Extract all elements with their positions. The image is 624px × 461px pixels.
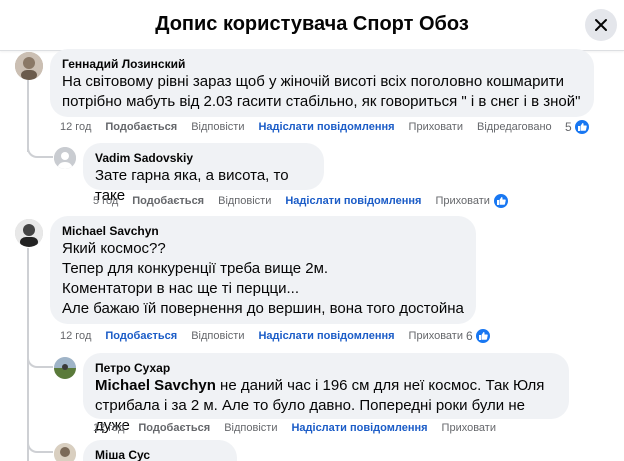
user-photo-icon <box>15 52 43 80</box>
default-avatar-icon <box>54 147 76 169</box>
reaction-count[interactable] <box>491 193 509 209</box>
reaction-count[interactable]: 5 <box>565 119 590 135</box>
avatar[interactable] <box>54 443 76 461</box>
send-message-button[interactable]: Надіслати повідомлення <box>291 422 427 434</box>
comment-author[interactable]: Міша Сус <box>95 447 225 461</box>
mention-link[interactable]: Michael Savchyn <box>95 377 216 394</box>
comment-author[interactable]: Геннадий Лозинский <box>62 56 582 72</box>
like-button[interactable]: Подобається <box>138 422 210 434</box>
reply-button[interactable]: Відповісти <box>224 422 277 434</box>
comment-time[interactable]: 12 год <box>60 330 91 342</box>
avatar[interactable] <box>54 147 76 169</box>
comment-bubble: Петро Сухар Michael Savchyn не даний час… <box>83 353 569 434</box>
comment-text-line: Michael Savchyn не даний час і 196 см дл… <box>95 376 557 396</box>
comment-bubble: Геннадий Лозинский На світовому рівні за… <box>50 49 594 117</box>
reply-button[interactable]: Відповісти <box>191 121 244 133</box>
hide-button[interactable]: Приховати <box>442 422 496 434</box>
comment-text-line: Тепер для конкуренції треба вище 2м. <box>62 260 329 277</box>
hide-button[interactable]: Приховати <box>409 330 463 342</box>
comment-author[interactable]: Vadim Sadovskiy <box>95 150 312 166</box>
comment-text-line: потрібно мабуть від 2.03 гасити стабільн… <box>62 93 581 110</box>
like-reaction-icon <box>493 193 509 209</box>
like-reaction-icon <box>474 328 491 344</box>
comment-author[interactable]: Петро Сухар <box>95 360 557 376</box>
comment-bubble: Міша Сус <box>83 440 237 461</box>
edited-label: Відредаговано <box>477 121 552 133</box>
comment-actions: 12 год Подобається Відповісти Надіслати … <box>60 330 477 342</box>
comment-actions: 5 год Подобається Відповісти Надіслати п… <box>93 195 504 207</box>
avatar[interactable] <box>15 52 43 80</box>
comment-text-line: Але бажаю їй повернення до вершин, вона … <box>62 300 464 317</box>
close-icon <box>595 19 607 31</box>
comment-time[interactable]: 12 год <box>93 422 124 434</box>
comment-text-line: Який космос?? <box>62 240 166 257</box>
thread-connector <box>27 350 53 368</box>
comment-actions: 12 год Подобається Відповісти Надіслати … <box>93 422 510 434</box>
send-message-button[interactable]: Надіслати повідомлення <box>258 121 394 133</box>
user-photo-icon <box>54 357 76 379</box>
comment-time[interactable]: 5 год <box>93 195 118 207</box>
comment-bubble: Vadim Sadovskiy Зате гарна яка, а висота… <box>83 143 324 204</box>
comment-text-line: Коментатори в нас ще ті перцци... <box>62 280 300 297</box>
comment-text-fragment: не даний час і 196 см для неї космос. Та… <box>215 377 545 394</box>
like-button[interactable]: Подобається <box>105 121 177 133</box>
reply-button[interactable]: Відповісти <box>191 330 244 342</box>
reaction-number: 6 <box>466 329 473 343</box>
hide-button[interactable]: Приховати <box>435 195 489 207</box>
like-button[interactable]: Подобається <box>132 195 204 207</box>
comment-text-line: На світовому рівні зараз щоб у жіночій в… <box>62 73 565 90</box>
comment-bubble: Michael Savchyn Який космос?? Тепер для … <box>50 216 476 324</box>
avatar[interactable] <box>15 219 43 247</box>
hide-button[interactable]: Приховати <box>409 121 463 133</box>
user-photo-icon <box>15 219 43 247</box>
like-reaction-icon <box>573 119 590 135</box>
thread-connector <box>27 435 53 453</box>
send-message-button[interactable]: Надіслати повідомлення <box>258 330 394 342</box>
reaction-count[interactable]: 6 <box>466 328 491 344</box>
comment-author[interactable]: Michael Savchyn <box>62 223 464 239</box>
thread-connector <box>27 140 53 158</box>
close-button[interactable] <box>585 9 617 41</box>
comment-time[interactable]: 12 год <box>60 121 91 133</box>
avatar[interactable] <box>54 357 76 379</box>
reaction-number: 5 <box>565 120 572 134</box>
user-photo-icon <box>54 443 76 461</box>
reply-button[interactable]: Відповісти <box>218 195 271 207</box>
like-button[interactable]: Подобається <box>105 330 177 342</box>
dialog-header: Допис користувача Спорт Обоз <box>0 0 624 51</box>
dialog-title: Допис користувача Спорт Обоз <box>155 13 469 35</box>
comment-actions: 12 год Подобається Відповісти Надіслати … <box>60 121 566 133</box>
send-message-button[interactable]: Надіслати повідомлення <box>285 195 421 207</box>
